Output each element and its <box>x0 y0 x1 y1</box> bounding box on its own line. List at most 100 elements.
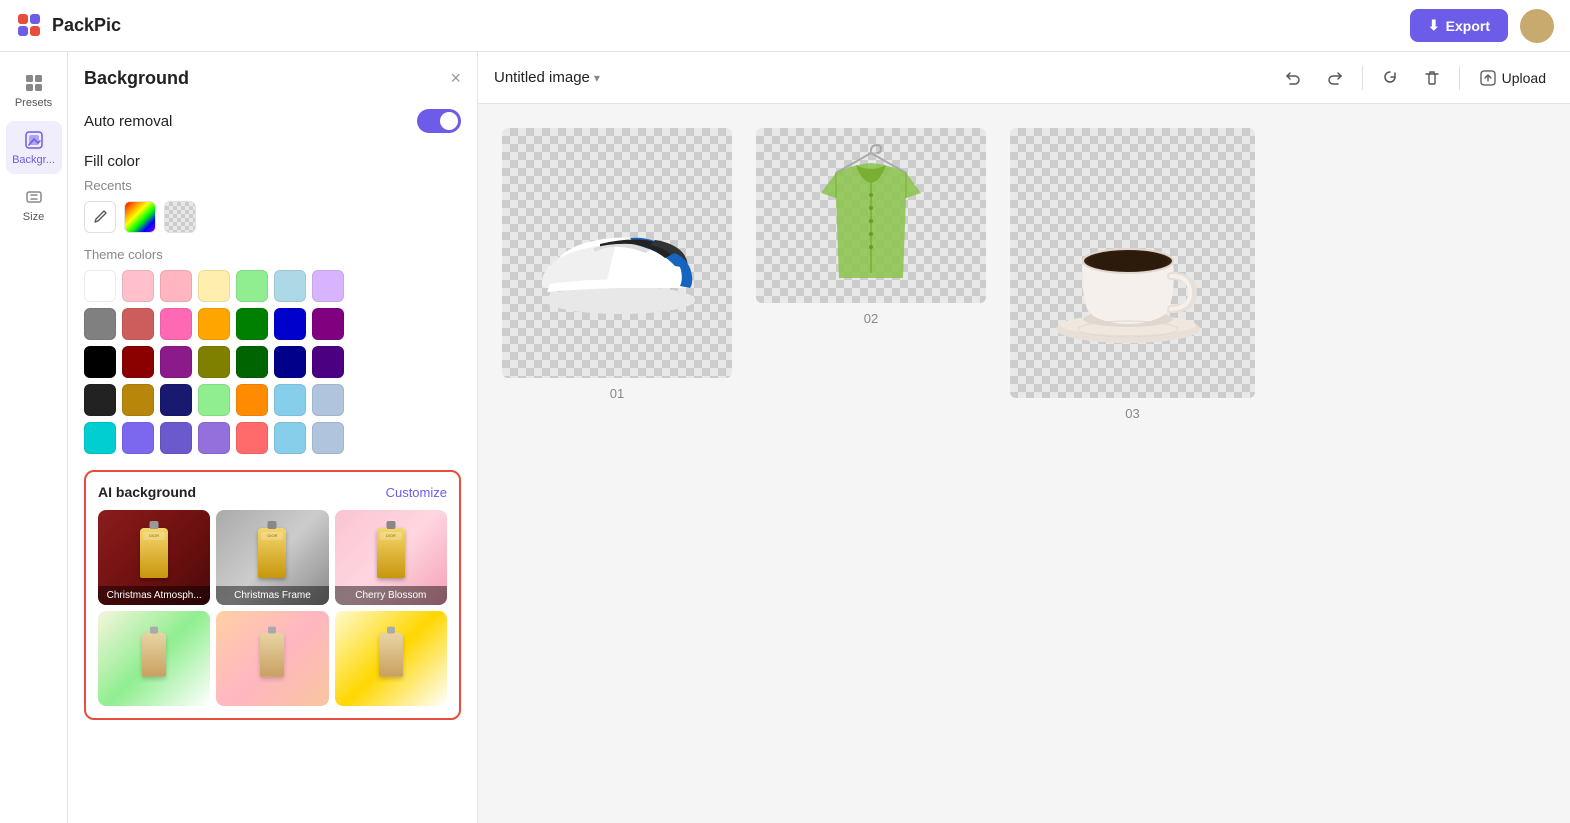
upload-label: Upload <box>1502 70 1546 86</box>
background-icon <box>23 129 45 151</box>
background-panel: Background × Auto removal Fill color Rec… <box>68 52 478 823</box>
ai-thumb-label-christmas-frame: Christmas Frame <box>216 586 328 605</box>
color-cell[interactable] <box>312 422 344 454</box>
ai-background-section: AI background Customize DIOR Christmas A… <box>84 470 461 720</box>
color-cell[interactable] <box>160 270 192 302</box>
color-cell[interactable] <box>160 384 192 416</box>
color-cell[interactable] <box>312 346 344 378</box>
eyedropper-button[interactable] <box>84 201 116 233</box>
export-button[interactable]: ⬇ Export <box>1410 9 1508 42</box>
color-cell[interactable] <box>198 422 230 454</box>
icon-sidebar: Presets Backgr... Size <box>0 52 68 823</box>
user-avatar[interactable] <box>1520 9 1554 43</box>
color-cell[interactable] <box>312 308 344 340</box>
canvas-toolbar: Untitled image ▾ <box>478 52 1570 104</box>
ai-thumb-label-christmas-atm: Christmas Atmosph... <box>98 586 210 605</box>
color-cell[interactable] <box>236 384 268 416</box>
canvas-card-01: 01 <box>502 128 732 401</box>
color-cell[interactable] <box>84 422 116 454</box>
recents-row <box>84 201 461 233</box>
auto-removal-row: Auto removal <box>84 109 461 133</box>
reset-icon <box>1381 69 1399 87</box>
export-label: Export <box>1446 18 1490 34</box>
grid-icon <box>23 72 45 94</box>
size-label: Size <box>23 211 44 223</box>
delete-button[interactable] <box>1417 63 1447 93</box>
canvas-card-label-02: 02 <box>864 311 878 326</box>
color-cell[interactable] <box>236 422 268 454</box>
auto-removal-toggle[interactable] <box>417 109 461 133</box>
nav-right: ⬇ Export <box>1410 9 1554 43</box>
customize-button[interactable]: Customize <box>386 485 447 500</box>
transparent-swatch[interactable] <box>164 201 196 233</box>
sidebar-item-background[interactable]: Backgr... <box>6 121 62 174</box>
canvas-inner-01 <box>502 128 732 378</box>
coffee-svg <box>1038 181 1228 346</box>
color-cell[interactable] <box>236 308 268 340</box>
sneaker-svg <box>525 188 710 318</box>
upload-icon <box>1480 70 1496 86</box>
canvas-card-02: 02 <box>756 128 986 326</box>
canvas-card-03: 03 <box>1010 128 1255 421</box>
color-cell[interactable] <box>274 422 306 454</box>
ai-thumb-christmas-atm[interactable]: DIOR Christmas Atmosph... <box>98 510 210 605</box>
canvas-card-label-01: 01 <box>610 386 624 401</box>
toolbar-divider <box>1362 66 1363 90</box>
ai-thumb-peach[interactable] <box>216 611 328 706</box>
background-label: Backgr... <box>12 154 55 166</box>
color-cell[interactable] <box>122 384 154 416</box>
redo-icon <box>1326 69 1344 87</box>
ai-thumb-cherry-blossom[interactable]: DIOR Cherry Blossom <box>335 510 447 605</box>
color-cell[interactable] <box>84 308 116 340</box>
color-cell[interactable] <box>198 308 230 340</box>
upload-button[interactable]: Upload <box>1472 64 1554 92</box>
color-cell[interactable] <box>198 346 230 378</box>
undo-button[interactable] <box>1278 63 1308 93</box>
reset-button[interactable] <box>1375 63 1405 93</box>
canvas-content: 01 <box>478 104 1570 823</box>
canvas-image-01[interactable] <box>502 128 732 378</box>
panel-title: Background <box>84 68 189 89</box>
color-cell[interactable] <box>312 384 344 416</box>
color-cell[interactable] <box>122 270 154 302</box>
auto-removal-label: Auto removal <box>84 113 172 130</box>
rainbow-swatch[interactable] <box>124 201 156 233</box>
color-cell[interactable] <box>160 346 192 378</box>
color-cell[interactable] <box>122 422 154 454</box>
toolbar-divider-2 <box>1459 66 1460 90</box>
color-cell[interactable] <box>160 422 192 454</box>
color-cell[interactable] <box>236 346 268 378</box>
ai-bg-title: AI background <box>98 484 196 500</box>
color-cell[interactable] <box>236 270 268 302</box>
color-cell[interactable] <box>274 384 306 416</box>
color-cell[interactable] <box>274 270 306 302</box>
recents-label: Recents <box>84 178 461 193</box>
color-grid <box>84 270 461 454</box>
ai-thumb-yellow[interactable] <box>335 611 447 706</box>
ai-bg-header: AI background Customize <box>98 484 447 500</box>
canvas-image-02[interactable] <box>756 128 986 303</box>
color-cell[interactable] <box>198 270 230 302</box>
topnav: PackPic ⬇ Export <box>0 0 1570 52</box>
color-cell[interactable] <box>274 346 306 378</box>
canvas-image-03[interactable] <box>1010 128 1255 398</box>
close-panel-button[interactable]: × <box>450 68 461 89</box>
color-cell[interactable] <box>122 346 154 378</box>
color-cell[interactable] <box>274 308 306 340</box>
doc-title-chevron: ▾ <box>594 71 600 85</box>
redo-button[interactable] <box>1320 63 1350 93</box>
ai-thumb-floral[interactable] <box>98 611 210 706</box>
ai-thumb-christmas-frame[interactable]: DIOR Christmas Frame <box>216 510 328 605</box>
doc-title[interactable]: Untitled image ▾ <box>494 69 600 86</box>
color-cell[interactable] <box>84 270 116 302</box>
color-cell[interactable] <box>84 346 116 378</box>
color-cell[interactable] <box>84 384 116 416</box>
color-cell[interactable] <box>312 270 344 302</box>
export-icon: ⬇ <box>1428 17 1440 34</box>
sidebar-item-size[interactable]: Size <box>6 178 62 231</box>
color-cell[interactable] <box>198 384 230 416</box>
color-cell[interactable] <box>160 308 192 340</box>
canvas-inner-03 <box>1010 128 1255 398</box>
sidebar-item-presets[interactable]: Presets <box>6 64 62 117</box>
color-cell[interactable] <box>122 308 154 340</box>
